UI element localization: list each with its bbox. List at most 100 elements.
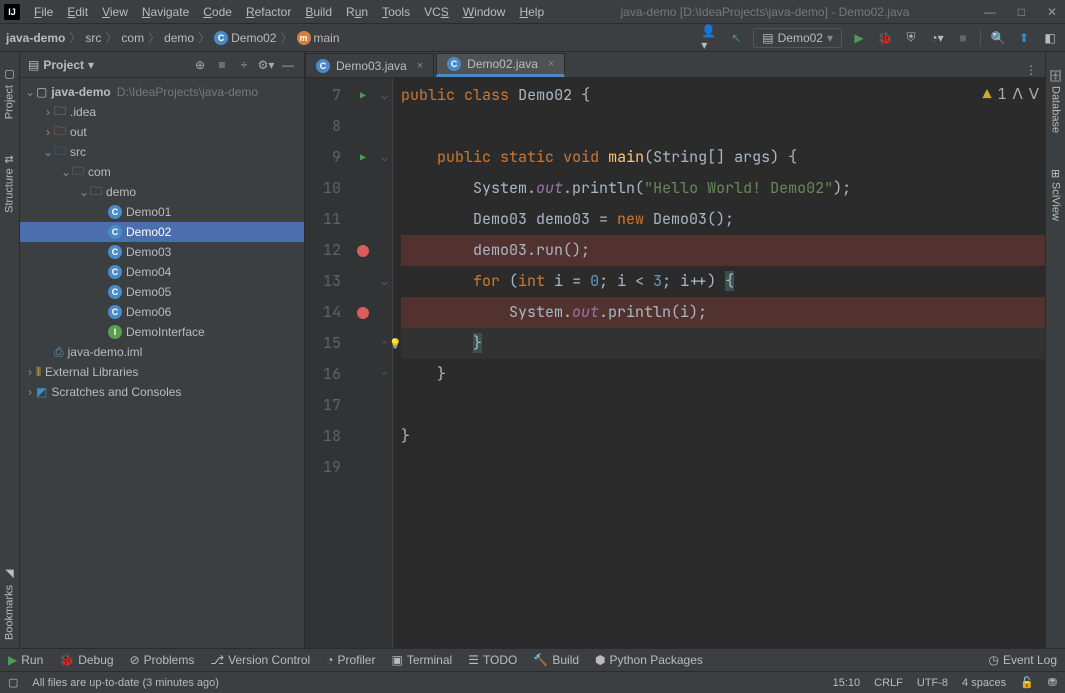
menu-tools[interactable]: Tools: [376, 3, 416, 21]
terminal-tool-button[interactable]: ▣Terminal: [391, 653, 452, 667]
run-button[interactable]: ▶: [850, 29, 868, 47]
tree-external-libraries[interactable]: ›⫴External Libraries: [20, 362, 304, 382]
select-opened-file-icon[interactable]: ⊕: [192, 57, 208, 73]
tree-class[interactable]: CDemo05: [20, 282, 304, 302]
cursor-position[interactable]: 15:10: [833, 677, 861, 689]
event-log-button[interactable]: ◷Event Log: [988, 653, 1057, 667]
profiler-tool-button[interactable]: ◔Profiler: [326, 653, 375, 667]
search-button[interactable]: 🔍: [989, 29, 1007, 47]
tree-file[interactable]: ⎙java-demo.iml: [20, 342, 304, 362]
editor-body[interactable]: ▲1 ᐱ ᐯ 789 101112 131415 161718 19 ▶ ▶: [305, 78, 1045, 648]
sidebar-tab-project[interactable]: Project▢: [1, 60, 18, 127]
menu-navigate[interactable]: Navigate: [136, 3, 195, 21]
tree-class[interactable]: CDemo03: [20, 242, 304, 262]
python-icon: ⬢: [595, 653, 605, 667]
breadcrumb-item[interactable]: com: [121, 31, 144, 45]
prev-highlight-icon[interactable]: ᐱ: [1012, 84, 1022, 104]
code-area[interactable]: public class Demo02 { public static void…: [393, 78, 1045, 648]
run-gutter-icon[interactable]: ▶: [360, 80, 366, 111]
debug-button[interactable]: 🐞: [876, 29, 894, 47]
bug-icon: 🐞: [59, 653, 74, 667]
inspection-widget[interactable]: ▲1 ᐱ ᐯ: [982, 84, 1039, 104]
run-config-icon: ▤: [762, 31, 773, 45]
tree-folder[interactable]: ›🗀out: [20, 122, 304, 142]
menu-vcs[interactable]: VCS: [418, 3, 455, 21]
breakpoint-icon[interactable]: [357, 245, 369, 257]
ide-icon[interactable]: ◧: [1041, 29, 1059, 47]
sidebar-tab-bookmarks[interactable]: Bookmarks◣: [1, 560, 18, 648]
tree-class[interactable]: CDemo04: [20, 262, 304, 282]
menu-edit[interactable]: Edit: [61, 3, 94, 21]
settings-icon[interactable]: ⚙▾: [258, 57, 274, 73]
menu-refactor[interactable]: Refactor: [240, 3, 297, 21]
close-icon[interactable]: ×: [417, 60, 423, 72]
project-tree[interactable]: ⌄▢java-demoD:\IdeaProjects\java-demo ›🗀.…: [20, 78, 304, 648]
todo-icon: ☰: [468, 653, 479, 667]
status-icon[interactable]: ▢: [8, 676, 18, 689]
next-highlight-icon[interactable]: ᐯ: [1029, 84, 1039, 104]
class-icon: C: [108, 225, 122, 239]
tree-package[interactable]: ⌄🗀demo: [20, 182, 304, 202]
tree-class[interactable]: CDemo06: [20, 302, 304, 322]
menu-run[interactable]: Run: [340, 3, 374, 21]
tree-root[interactable]: ⌄▢java-demoD:\IdeaProjects\java-demo: [20, 82, 304, 102]
collapse-all-icon[interactable]: ÷: [236, 57, 252, 73]
editor-tab[interactable]: CDemo02.java×: [436, 53, 565, 77]
close-icon[interactable]: ×: [548, 58, 554, 70]
menu-file[interactable]: File: [28, 3, 59, 21]
tree-class[interactable]: CDemo01: [20, 202, 304, 222]
tree-interface[interactable]: IDemoInterface: [20, 322, 304, 342]
tree-class[interactable]: CDemo02: [20, 222, 304, 242]
todo-tool-button[interactable]: ☰TODO: [468, 653, 517, 667]
sidebar-tab-sciview[interactable]: ⊞SciView: [1047, 161, 1064, 229]
intention-bulb-icon[interactable]: 💡: [389, 328, 401, 359]
fold-column: ⌄⌄ ⌄⌃💡 ⌃: [377, 78, 393, 648]
problems-tool-button[interactable]: ⊘Problems: [130, 653, 195, 667]
vcs-tool-button[interactable]: ⎇Version Control: [210, 653, 310, 667]
menu-code[interactable]: Code: [197, 3, 238, 21]
maximize-button[interactable]: □: [1014, 5, 1029, 19]
menu-view[interactable]: View: [96, 3, 134, 21]
add-config-icon[interactable]: 👤▾: [701, 29, 719, 47]
file-icon: ⎙: [54, 345, 64, 360]
indent-setting[interactable]: 4 spaces: [962, 677, 1006, 689]
sidebar-tab-structure[interactable]: Structure⇅: [1, 147, 18, 221]
tree-folder[interactable]: ⌄🗀src: [20, 142, 304, 162]
close-button[interactable]: ✕: [1043, 5, 1061, 19]
coverage-button[interactable]: ⛨: [902, 29, 920, 47]
editor-tab[interactable]: CDemo03.java×: [305, 53, 434, 77]
breadcrumb-item[interactable]: demo: [164, 31, 194, 45]
stop-button[interactable]: ■: [954, 29, 972, 47]
update-button[interactable]: ⬆: [1015, 29, 1033, 47]
breadcrumb-root[interactable]: java-demo: [6, 31, 65, 45]
profiler-button[interactable]: ◔▾: [928, 29, 946, 47]
memory-indicator-icon[interactable]: ⛃: [1048, 676, 1057, 689]
build-tool-button[interactable]: 🔨Build: [533, 653, 579, 667]
readonly-toggle-icon[interactable]: 🔓: [1020, 676, 1034, 689]
run-tool-button[interactable]: ▶Run: [8, 653, 43, 667]
menu-help[interactable]: Help: [513, 3, 550, 21]
breakpoint-icon[interactable]: [357, 307, 369, 319]
menu-build[interactable]: Build: [299, 3, 338, 21]
run-gutter-icon[interactable]: ▶: [360, 142, 366, 173]
minimize-button[interactable]: —: [980, 5, 1000, 19]
tree-package[interactable]: ⌄🗀com: [20, 162, 304, 182]
debug-tool-button[interactable]: 🐞Debug: [59, 653, 113, 667]
package-icon: 🗀: [90, 182, 102, 203]
expand-all-icon[interactable]: ≡: [214, 57, 230, 73]
line-separator[interactable]: CRLF: [874, 677, 903, 689]
breadcrumb-method[interactable]: mmain: [297, 31, 340, 45]
build-icon[interactable]: ↖: [727, 29, 745, 47]
breadcrumb-class[interactable]: CDemo02: [214, 31, 276, 45]
breadcrumb-item[interactable]: src: [85, 31, 101, 45]
tree-folder[interactable]: ›🗀.idea: [20, 102, 304, 122]
menu-window[interactable]: Window: [457, 3, 512, 21]
tree-scratches[interactable]: ›◩Scratches and Consoles: [20, 382, 304, 402]
file-encoding[interactable]: UTF-8: [917, 677, 948, 689]
sidebar-tab-database[interactable]: 🗄Database: [1047, 60, 1064, 141]
more-tabs-icon[interactable]: ⋮: [1017, 63, 1045, 77]
hide-icon[interactable]: —: [280, 57, 296, 73]
panel-title[interactable]: ▤ Project ▾: [28, 58, 94, 72]
python-packages-button[interactable]: ⬢Python Packages: [595, 653, 703, 667]
run-config-selector[interactable]: ▤ Demo02▾: [753, 28, 842, 48]
